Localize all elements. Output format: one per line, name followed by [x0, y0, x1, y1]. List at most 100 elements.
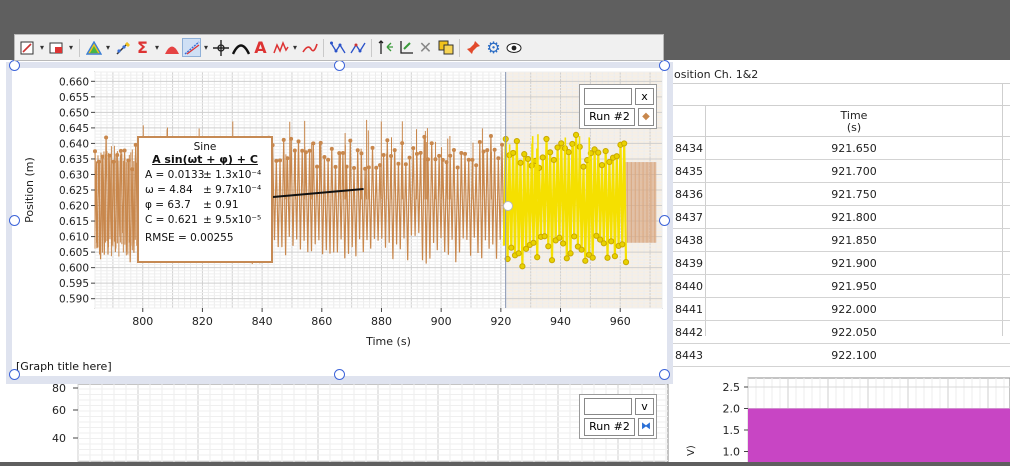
- y-tick-label: 0.625: [59, 185, 89, 197]
- fit-parameter-uncertainty: ± 0.91: [203, 198, 239, 211]
- settings-icon[interactable]: ⚙: [484, 38, 503, 57]
- time-cell[interactable]: 922.100: [706, 349, 1002, 362]
- time-cell[interactable]: 922.050: [706, 326, 1002, 339]
- x-tick-label: 820: [192, 315, 213, 328]
- legend-run-label[interactable]: Run #2: [584, 418, 635, 436]
- chevron-down-icon[interactable]: ▾: [153, 43, 161, 52]
- model-icon[interactable]: [396, 38, 415, 57]
- x-tick-label: 940: [550, 315, 571, 328]
- y-tick-label: 0.645: [59, 123, 89, 135]
- table-row[interactable]: 8437 921.800: [672, 206, 1010, 229]
- y-tick-label: 0.620: [59, 201, 89, 213]
- x-tick-label: 800: [132, 315, 153, 328]
- interpolate-icon[interactable]: [376, 38, 395, 57]
- legend-close-button[interactable]: v: [635, 398, 654, 415]
- join-points-icon[interactable]: [348, 38, 367, 57]
- fit-parameter-row: ω = 4.84 ± 9.7x10⁻⁴: [145, 182, 265, 197]
- table-row[interactable]: 8439 921.900: [672, 252, 1010, 275]
- table-row[interactable]: 8438 921.850: [672, 229, 1010, 252]
- view-icon[interactable]: [504, 38, 523, 57]
- time-cell[interactable]: 922.000: [706, 303, 1002, 316]
- time-cell[interactable]: 921.850: [706, 234, 1002, 247]
- row-number: 8441: [675, 303, 703, 316]
- resize-handle-bottom[interactable]: [334, 369, 345, 380]
- row-number: 8439: [675, 257, 703, 270]
- y-tick-label: 0.650: [59, 107, 89, 119]
- x-tick-label: 960: [610, 315, 631, 328]
- fit-name: Sine: [193, 141, 217, 153]
- graph-options-icon[interactable]: [84, 38, 103, 57]
- x-tick-label: 880: [371, 315, 392, 328]
- derivative-icon[interactable]: [271, 38, 290, 57]
- fit-rmse: RMSE = 0.00255: [145, 231, 234, 244]
- peak-icon[interactable]: [231, 38, 250, 57]
- resize-handle-bottom-right[interactable]: [659, 369, 670, 380]
- resize-handle-right[interactable]: [659, 215, 670, 226]
- y-tick-label: 0.600: [59, 263, 89, 275]
- resize-handle-bottom-left[interactable]: [9, 369, 20, 380]
- time-cell[interactable]: 921.650: [706, 142, 1002, 155]
- table-row[interactable]: 8436 921.750: [672, 183, 1010, 206]
- position-graph[interactable]: 800 820 840 860 880 900 920 940 960 0.590 0.595 0.6…: [0, 60, 672, 360]
- row-number: 8435: [675, 165, 703, 178]
- legend-input[interactable]: [584, 88, 632, 105]
- chevron-down-icon[interactable]: ▾: [67, 43, 75, 52]
- legend-swatch[interactable]: ◆: [638, 108, 654, 126]
- curve-fit-box[interactable]: Sine A sin(ωt + φ) + C A = 0.0133 ± 1.3x1…: [137, 136, 273, 263]
- lower-right-plot: 2.5 2.0 1.5 1.0 V): [686, 377, 1010, 463]
- annotation-icon[interactable]: A: [251, 38, 270, 57]
- fit-parameter-value: φ = 63.7: [145, 198, 191, 211]
- lower-y-tick-label: 60: [52, 404, 66, 417]
- time-cell[interactable]: 921.750: [706, 188, 1002, 201]
- curve-fit-icon[interactable]: [300, 38, 319, 57]
- y-tick-label: 0.605: [59, 247, 89, 259]
- row-number: 8442: [675, 326, 703, 339]
- row-number: 8434: [675, 142, 703, 155]
- column-header-time[interactable]: Time (s): [706, 107, 1002, 137]
- graph-title[interactable]: [Graph title here]: [16, 360, 112, 373]
- y-axis-label: Position (m): [23, 157, 36, 223]
- table-row[interactable]: 8434 921.650: [672, 137, 1010, 160]
- chevron-down-icon[interactable]: ▾: [202, 43, 210, 52]
- legend-input[interactable]: [584, 398, 632, 415]
- remove-icon[interactable]: ✕: [416, 38, 435, 57]
- table-row[interactable]: 8442 922.050: [672, 321, 1010, 344]
- table-row[interactable]: 8440 921.950: [672, 275, 1010, 298]
- table-row[interactable]: 8441 922.000: [672, 298, 1010, 321]
- autoscale-icon[interactable]: [18, 38, 37, 57]
- statistics-icon[interactable]: Σ: [133, 38, 152, 57]
- fit-parameter-value: C = 0.621: [145, 214, 198, 227]
- table-row[interactable]: 8435 921.700: [672, 160, 1010, 183]
- chevron-down-icon[interactable]: ▾: [104, 43, 112, 52]
- draw-prediction-icon[interactable]: [113, 38, 132, 57]
- chevron-down-icon[interactable]: ▾: [291, 43, 299, 52]
- resize-handle-top-right[interactable]: [659, 60, 670, 71]
- fit-parameter-uncertainty: ± 1.3x10⁻⁴: [203, 168, 262, 181]
- copy-icon[interactable]: [436, 38, 455, 57]
- integral-icon[interactable]: [162, 38, 181, 57]
- x-tick-label: 860: [311, 315, 332, 328]
- tangent-icon[interactable]: [182, 38, 201, 57]
- chevron-down-icon[interactable]: ▾: [38, 43, 46, 52]
- lower-y-tick-label: 80: [52, 384, 66, 395]
- resize-handle-left[interactable]: [9, 215, 20, 226]
- resize-handle-top[interactable]: [334, 60, 345, 71]
- connect-points-icon[interactable]: [328, 38, 347, 57]
- examine-icon[interactable]: [211, 38, 230, 57]
- legend-upper[interactable]: x Run #2 ◆: [579, 84, 657, 129]
- legend-close-button[interactable]: x: [635, 88, 654, 105]
- table-row[interactable]: 8443 922.100: [672, 344, 1010, 367]
- pin-icon[interactable]: [464, 38, 483, 57]
- time-cell[interactable]: 921.950: [706, 280, 1002, 293]
- fit-parameter-uncertainty: ± 9.7x10⁻⁴: [203, 183, 262, 196]
- select-region-icon[interactable]: [47, 38, 66, 57]
- legend-lower[interactable]: v Run #2 ⧓: [579, 394, 657, 439]
- legend-run-label[interactable]: Run #2: [584, 108, 635, 126]
- time-cell[interactable]: 921.900: [706, 257, 1002, 270]
- y-tick-label: 0.660: [59, 76, 89, 88]
- time-cell[interactable]: 921.800: [706, 211, 1002, 224]
- resize-handle-top-left[interactable]: [9, 60, 20, 71]
- lower-y-tick-label: 40: [52, 432, 66, 445]
- legend-swatch[interactable]: ⧓: [638, 418, 654, 436]
- time-cell[interactable]: 921.700: [706, 165, 1002, 178]
